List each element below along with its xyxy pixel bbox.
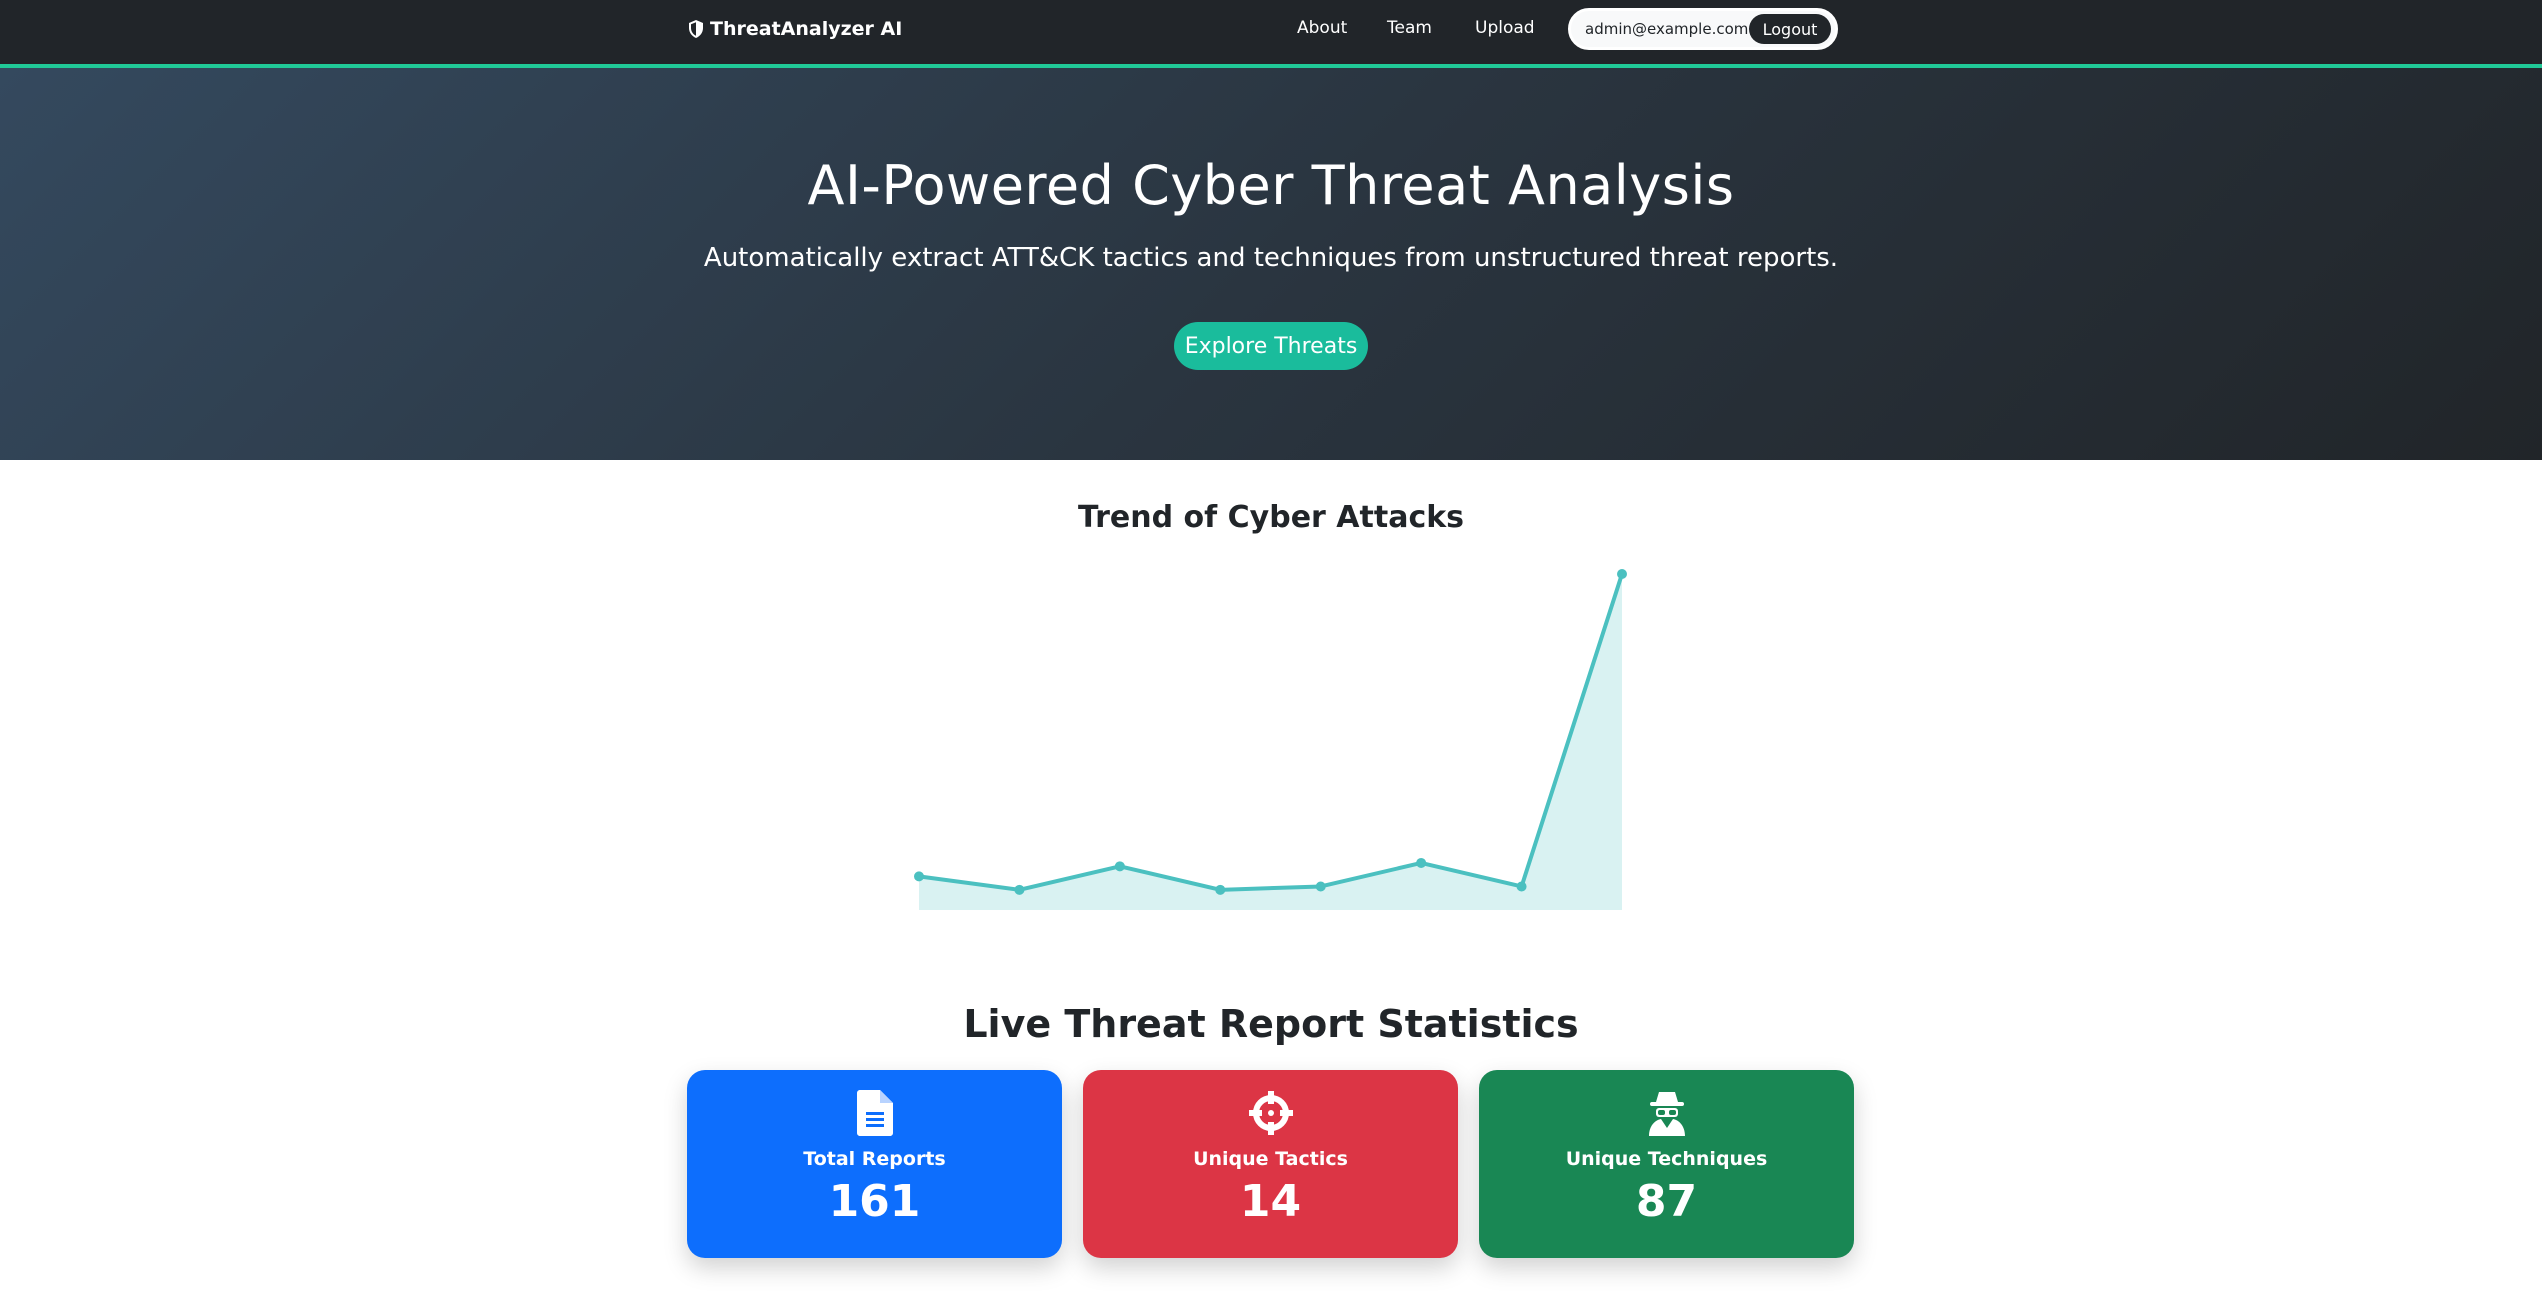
stat-value: 87: [1635, 1176, 1698, 1227]
chart-point-2[interactable]: [1014, 884, 1025, 895]
explore-threats-button[interactable]: Explore Threats: [1174, 322, 1368, 370]
brand-name: ThreatAnalyzer AI: [710, 18, 903, 40]
chart-point-8[interactable]: [1617, 569, 1627, 579]
chart-point-6[interactable]: [1416, 857, 1427, 868]
user-menu: admin@example.com Logout: [1568, 8, 1838, 50]
stat-label: Unique Techniques: [1565, 1148, 1768, 1170]
user-email: admin@example.com: [1585, 20, 1749, 38]
chart-point-1[interactable]: [914, 871, 924, 882]
crosshairs-icon: [1248, 1091, 1293, 1135]
chart-point-7[interactable]: [1516, 881, 1527, 892]
shield-icon: [689, 20, 703, 38]
stat-card-unique-tactics: Unique Tactics 14: [1083, 1070, 1458, 1258]
file-icon: [856, 1090, 893, 1136]
hero-title: AI-Powered Cyber Threat Analysis: [807, 154, 1735, 217]
chart-title: Trend of Cyber Attacks: [1077, 500, 1465, 535]
stat-value: 161: [828, 1176, 921, 1227]
stat-card-total-reports: Total Reports 161: [687, 1070, 1062, 1258]
chart-point-3[interactable]: [1114, 861, 1125, 872]
nav-link-team[interactable]: Team: [1387, 18, 1432, 38]
chart-series-line: [918, 573, 1624, 892]
nav-link-upload[interactable]: Upload: [1475, 18, 1535, 38]
logout-button[interactable]: Logout: [1749, 14, 1831, 44]
nav-link-about[interactable]: About: [1297, 18, 1347, 38]
navbar: ThreatAnalyzer AI About Team Upload admi…: [0, 0, 2542, 68]
stat-label: Unique Tactics: [1193, 1148, 1348, 1170]
stat-value: 14: [1239, 1176, 1302, 1227]
chart-point-4[interactable]: [1215, 884, 1226, 895]
brand-link[interactable]: ThreatAnalyzer AI: [688, 16, 902, 42]
stat-label: Total Reports: [803, 1148, 946, 1170]
chart-area-fill: [919, 574, 1622, 910]
stats-title: Live Threat Report Statistics: [963, 1002, 1579, 1046]
hero-section: AI-Powered Cyber Threat Analysis Automat…: [0, 68, 2542, 460]
stat-card-unique-techniques: Unique Techniques 87: [1479, 1070, 1854, 1258]
chart-point-5[interactable]: [1315, 881, 1326, 892]
user-secret-icon: [1648, 1092, 1685, 1136]
hero-subtitle: Automatically extract ATT&CK tactics and…: [703, 243, 1839, 273]
